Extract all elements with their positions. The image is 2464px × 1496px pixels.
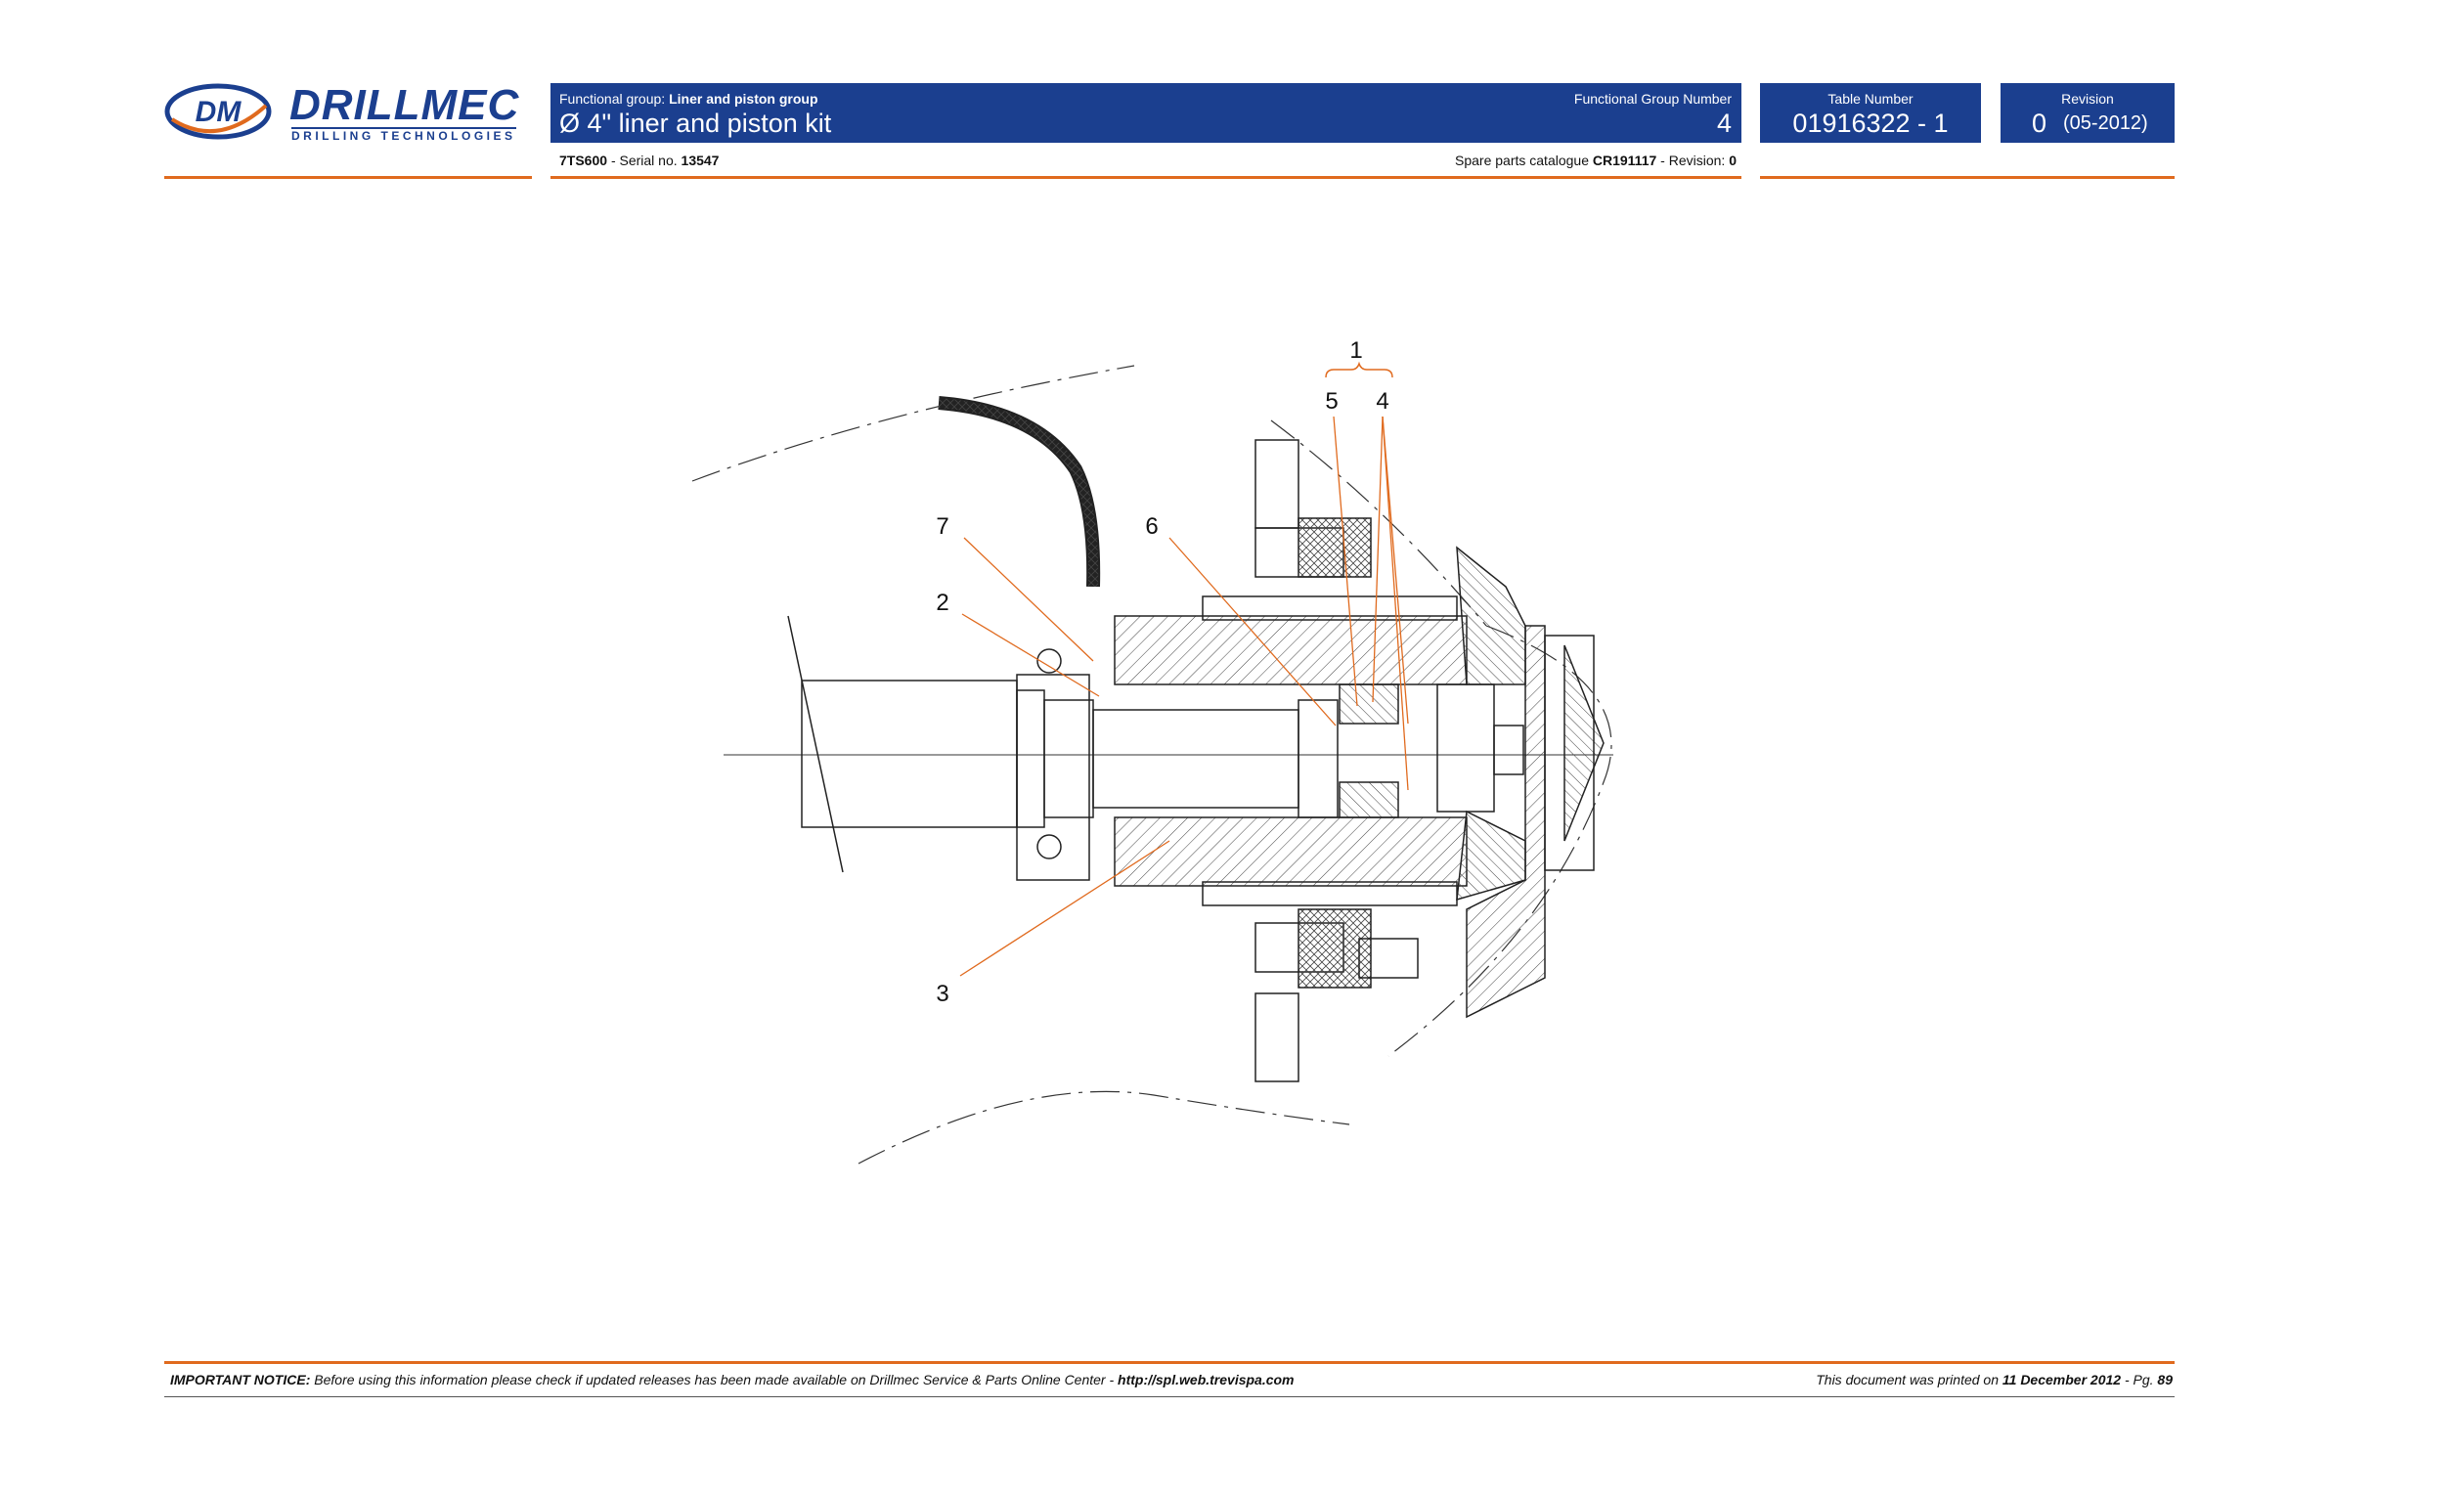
footer-rule-top (164, 1361, 2175, 1364)
hose-braid (938, 398, 1099, 588)
studs (1254, 439, 1419, 1082)
notice-label: IMPORTANT NOTICE: (170, 1372, 311, 1387)
callout-7: 7 (936, 513, 948, 540)
printed-date: 11 December 2012 (2002, 1372, 2122, 1387)
callout-2: 2 (936, 590, 948, 616)
leader-7 (963, 537, 1094, 662)
break-lines (691, 365, 1612, 1165)
pump-housing (1456, 546, 1605, 1019)
important-notice: IMPORTANT NOTICE: Before using this info… (170, 1372, 1295, 1387)
printed-prefix: This document was printed on (1816, 1372, 1999, 1387)
callout-1-bracket (1325, 361, 1393, 378)
notice-text: Before using this information please che… (314, 1372, 1115, 1387)
leader-4c (1382, 416, 1409, 791)
print-info: This document was printed on 11 December… (1816, 1372, 2173, 1387)
callout-1: 1 (1349, 337, 1362, 364)
page-number: 89 (2157, 1372, 2173, 1387)
callout-3: 3 (936, 981, 948, 1007)
leader-3 (959, 840, 1170, 977)
callout-6: 6 (1145, 513, 1158, 540)
liner (1114, 615, 1468, 887)
hose-outline (938, 396, 1101, 588)
leader-2 (961, 613, 1100, 697)
page-prefix: - Pg. (2124, 1372, 2154, 1387)
exploded-drawing: 1 5 4 7 6 2 3 (691, 337, 1613, 1165)
callout-4: 4 (1376, 388, 1388, 415)
callout-5: 5 (1325, 388, 1338, 415)
footer-rule-bottom (164, 1396, 2175, 1397)
online-center-link[interactable]: http://spl.web.trevispa.com (1118, 1372, 1294, 1387)
